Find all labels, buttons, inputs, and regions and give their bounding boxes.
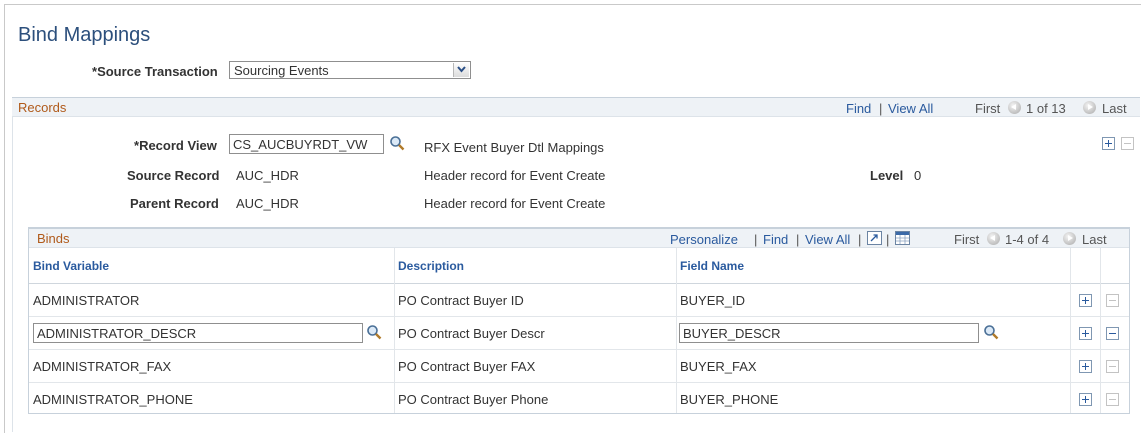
records-find-link[interactable]: Find (846, 101, 871, 116)
binds-header: Binds Personalize | Find | View All | | … (29, 228, 1129, 248)
records-last-label: Last (1102, 101, 1127, 116)
minus-icon (1121, 137, 1134, 150)
binds-separator-4: | (886, 232, 890, 247)
description-cell: PO Contract Buyer Phone (398, 392, 549, 407)
records-separator: | (879, 101, 883, 116)
records-header: Records Find | View All First 1 of 13 La… (12, 97, 1140, 117)
records-range: 1 of 13 (1026, 101, 1066, 116)
record-view-label: *Record View (134, 138, 217, 153)
magnifier-icon[interactable] (389, 135, 405, 151)
plus-icon[interactable] (1079, 294, 1092, 307)
binds-title: Binds (37, 231, 70, 246)
records-title: Records (18, 100, 67, 115)
minus-icon[interactable] (1106, 327, 1119, 340)
parent-record-value: AUC_HDR (236, 196, 299, 211)
source-record-label: Source Record (127, 168, 220, 183)
source-record-value: AUC_HDR (236, 168, 299, 183)
description-cell: PO Contract Buyer ID (398, 293, 524, 308)
description-cell: PO Contract Buyer Descr (398, 326, 545, 341)
binds-find-link[interactable]: Find (763, 232, 788, 247)
binds-view-all-link[interactable]: View All (805, 232, 850, 247)
column-bind-variable[interactable]: Bind Variable (33, 259, 109, 273)
parent-record-label: Parent Record (130, 196, 219, 211)
binds-first-label: First (954, 232, 980, 247)
plus-icon[interactable] (1079, 327, 1092, 340)
level-value: 0 (914, 168, 922, 183)
source-transaction-value: Sourcing Events (234, 63, 329, 78)
binds-personalize-link[interactable]: Personalize (670, 232, 738, 247)
table-row: ADMINISTRATOR_PHONE PO Contract Buyer Ph… (29, 383, 1129, 416)
records-first-label: First (975, 101, 1001, 116)
source-record-description: Header record for Event Create (424, 168, 606, 183)
table-row: ADMINISTRATOR_FAX PO Contract Buyer FAX … (29, 350, 1129, 383)
minus-icon (1106, 360, 1119, 373)
binds-separator-2: | (796, 232, 800, 247)
previous-arrow-icon[interactable] (1008, 101, 1021, 114)
record-view-description: RFX Event Buyer Dtl Mappings (424, 140, 604, 155)
plus-icon[interactable] (1079, 360, 1092, 373)
description-cell: PO Contract Buyer FAX (398, 359, 536, 374)
record-view-value: CS_AUCBUYRDT_VW (233, 137, 368, 152)
magnifier-icon[interactable] (366, 324, 382, 340)
field-name-cell: BUYER_FAX (680, 359, 757, 374)
minus-icon (1106, 294, 1119, 307)
field-name-cell: BUYER_ID (680, 293, 746, 308)
binds-range: 1-4 of 4 (1005, 232, 1050, 247)
records-view-all-link[interactable]: View All (888, 101, 933, 116)
source-transaction-select[interactable]: Sourcing Events (229, 61, 471, 79)
source-transaction-label: *Source Transaction (92, 64, 218, 79)
binds-grid: Binds Personalize | Find | View All | | … (28, 227, 1130, 414)
field-name-input[interactable]: BUYER_DESCR (679, 323, 979, 343)
zoom-grid-icon[interactable] (867, 231, 882, 245)
plus-icon[interactable] (1079, 393, 1092, 406)
bind-variable-cell: ADMINISTRATOR (33, 293, 140, 308)
binds-separator-3: | (858, 232, 862, 247)
parent-record-description: Header record for Event Create (424, 196, 606, 211)
bind-variable-cell: ADMINISTRATOR_FAX (33, 359, 172, 374)
field-name-cell: BUYER_PHONE (680, 392, 779, 407)
binds-column-headers: Bind Variable Description Field Name (29, 248, 1129, 284)
table-row: ADMINISTRATOR_DESCR PO Contract Buyer De… (29, 317, 1129, 350)
column-field-name[interactable]: Field Name (680, 259, 744, 273)
chevron-down-icon[interactable] (453, 63, 469, 77)
page-title: Bind Mappings (18, 24, 151, 46)
magnifier-icon[interactable] (983, 324, 999, 340)
level-label: Level (870, 168, 904, 183)
minus-icon (1106, 393, 1119, 406)
bind-variable-cell: ADMINISTRATOR_PHONE (33, 392, 193, 407)
previous-arrow-icon[interactable] (987, 232, 1000, 245)
bind-variable-value: ADMINISTRATOR_DESCR (37, 326, 197, 341)
field-name-value: BUYER_DESCR (683, 326, 781, 341)
binds-last-label: Last (1082, 232, 1107, 247)
record-view-input[interactable]: CS_AUCBUYRDT_VW (229, 134, 384, 154)
next-arrow-icon[interactable] (1063, 232, 1076, 245)
column-description[interactable]: Description (398, 259, 464, 273)
next-arrow-icon[interactable] (1083, 101, 1096, 114)
table-row: ADMINISTRATOR PO Contract Buyer ID BUYER… (29, 284, 1129, 317)
binds-separator-1: | (754, 232, 758, 247)
plus-icon[interactable] (1102, 137, 1115, 150)
bind-variable-input[interactable]: ADMINISTRATOR_DESCR (33, 323, 363, 343)
download-grid-icon[interactable] (895, 231, 910, 245)
